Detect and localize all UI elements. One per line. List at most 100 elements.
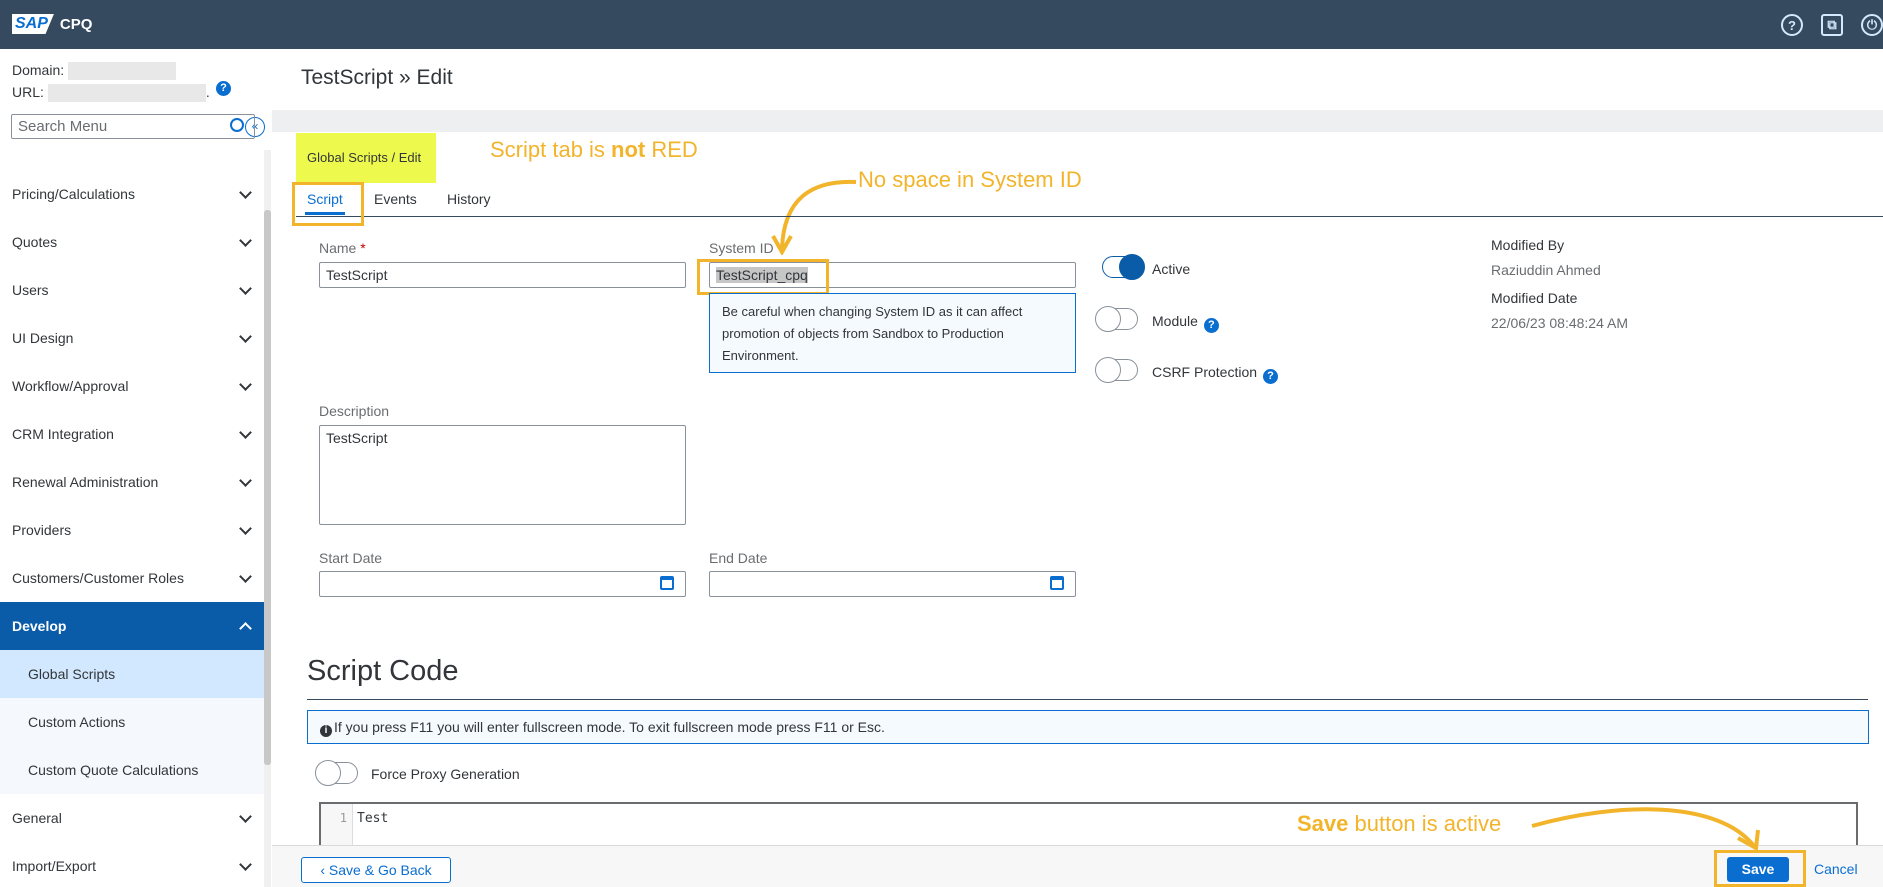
- csrf-label-text: CSRF Protection: [1152, 364, 1258, 380]
- system-id-warning: Be careful when changing System ID as it…: [709, 293, 1076, 373]
- module-toggle[interactable]: [1095, 306, 1138, 332]
- sidebar-item-general[interactable]: General: [0, 794, 264, 842]
- sidebar-item-label: Develop: [12, 618, 67, 634]
- search-menu-input[interactable]: Search Menu: [11, 114, 255, 139]
- sidebar-item-pricing[interactable]: Pricing/Calculations: [0, 170, 264, 218]
- sidebar-item-label: Custom Actions: [28, 714, 126, 730]
- sidebar-item-workflow[interactable]: Workflow/Approval: [0, 362, 264, 410]
- sidebar-item-renewal[interactable]: Renewal Administration: [0, 458, 264, 506]
- chevron-down-icon: [239, 281, 252, 295]
- code-line[interactable]: Test: [357, 811, 388, 826]
- chevron-down-icon: [239, 809, 252, 823]
- chevron-up-icon: [239, 621, 252, 635]
- description-textarea[interactable]: TestScript: [319, 425, 686, 525]
- open-window-icon[interactable]: ⧉: [1821, 14, 1843, 36]
- annotation-text: Script tab is: [490, 137, 612, 162]
- sidebar-item-label: Providers: [12, 522, 72, 538]
- info-icon: i: [320, 725, 332, 737]
- sidebar-item-providers[interactable]: Providers: [0, 506, 264, 554]
- calendar-icon[interactable]: [660, 576, 674, 590]
- chevron-down-icon: [239, 857, 252, 871]
- cancel-link[interactable]: Cancel: [1814, 861, 1858, 877]
- url-label: URL:: [12, 84, 44, 100]
- start-date-label: Start Date: [319, 550, 383, 566]
- toggle-knob: [1095, 357, 1121, 383]
- sidebar-item-develop[interactable]: Develop: [0, 602, 264, 650]
- help-circle-icon[interactable]: ?: [216, 81, 231, 96]
- fullscreen-info-text: If you press F11 you will enter fullscre…: [334, 719, 885, 735]
- tab-history[interactable]: History: [447, 191, 491, 207]
- active-toggle[interactable]: [1102, 254, 1145, 280]
- sidebar-item-label: Custom Quote Calculations: [28, 762, 199, 778]
- top-icons: ? ⧉ ⏻: [1781, 14, 1883, 36]
- end-date-input[interactable]: [709, 571, 1076, 597]
- tab-bar: Script Events History: [296, 185, 1883, 217]
- calendar-icon[interactable]: [1050, 576, 1064, 590]
- chevron-left-icon: ‹: [320, 862, 329, 878]
- sidebar-item-global-scripts[interactable]: Global Scripts: [0, 650, 264, 698]
- chevron-down-icon: [239, 329, 252, 343]
- name-label: Name *: [319, 240, 366, 256]
- sidebar-item-import-export[interactable]: Import/Export: [0, 842, 264, 887]
- chevron-down-icon: [239, 425, 252, 439]
- page-title: TestScript » Edit: [301, 66, 453, 89]
- help-icon[interactable]: ?: [1781, 14, 1803, 36]
- redacted-url: [47, 84, 206, 103]
- name-label-text: Name: [319, 240, 357, 256]
- sidebar-item-label: UI Design: [12, 330, 74, 346]
- sidebar-nav: Pricing/Calculations Quotes Users UI Des…: [0, 170, 264, 887]
- modified-by-value: Raziuddin Ahmed: [1491, 262, 1601, 278]
- sidebar-item-customers[interactable]: Customers/Customer Roles: [0, 554, 264, 602]
- sidebar-item-custom-quote-calculations[interactable]: Custom Quote Calculations: [0, 746, 264, 794]
- toggle-knob: [315, 760, 341, 786]
- sidebar-item-crm[interactable]: CRM Integration: [0, 410, 264, 458]
- annotation-arrow-save: [1531, 807, 1760, 852]
- modified-date-value: 22/06/23 08:48:24 AM: [1491, 315, 1628, 331]
- chevron-down-icon: [239, 377, 252, 391]
- module-label-text: Module: [1152, 313, 1198, 329]
- sap-logo: SAP: [12, 14, 54, 34]
- annotation-tab-note: Script tab is not RED: [490, 137, 698, 163]
- force-proxy-label: Force Proxy Generation: [371, 766, 520, 782]
- start-date-input[interactable]: [319, 571, 686, 597]
- annotation-text: button is active: [1348, 811, 1502, 836]
- search-icon[interactable]: [230, 118, 244, 132]
- help-circle-icon[interactable]: ?: [1263, 369, 1279, 384]
- top-bar: SAP CPQ ? ⧉ ⏻: [0, 0, 1883, 49]
- annotation-text: RED: [645, 137, 698, 162]
- sidebar-scrollbar-thumb[interactable]: [264, 210, 271, 765]
- end-date-label: End Date: [709, 550, 768, 566]
- save-and-go-back-button[interactable]: ‹ Save & Go Back: [301, 857, 451, 883]
- sidebar-item-label: Import/Export: [12, 858, 97, 874]
- csrf-toggle[interactable]: [1095, 357, 1138, 383]
- csrf-label: CSRF Protection?: [1152, 364, 1279, 384]
- power-icon[interactable]: ⏻: [1861, 14, 1883, 36]
- fullscreen-info-bar: i If you press F11 you will enter fullscr…: [307, 710, 1869, 744]
- redacted-domain: [68, 62, 177, 81]
- sidebar-item-label: Users: [12, 282, 49, 298]
- sidebar-item-label: Global Scripts: [28, 666, 116, 682]
- help-circle-icon[interactable]: ?: [1203, 318, 1219, 333]
- header-divider: [272, 110, 1883, 132]
- chevron-down-icon: [239, 521, 252, 535]
- sidebar-item-quotes[interactable]: Quotes: [0, 218, 264, 266]
- system-id-label: System ID: [709, 240, 774, 256]
- sidebar-item-label: Quotes: [12, 234, 58, 250]
- environment-info: Domain: URL:.: [12, 59, 210, 103]
- breadcrumb[interactable]: Global Scripts / Edit: [296, 133, 436, 183]
- annotation-bold: Save: [1297, 811, 1349, 836]
- required-marker: *: [360, 240, 366, 256]
- name-input[interactable]: TestScript: [319, 262, 686, 288]
- sidebar-item-custom-actions[interactable]: Custom Actions: [0, 698, 264, 746]
- description-label: Description: [319, 403, 390, 419]
- sap-cpq-logo[interactable]: SAP CPQ: [12, 14, 92, 34]
- force-proxy-toggle[interactable]: [315, 760, 358, 786]
- modified-by-label: Modified By: [1491, 237, 1565, 253]
- save-and-go-back-label: Save & Go Back: [328, 862, 432, 878]
- tab-events[interactable]: Events: [374, 191, 417, 207]
- sidebar-item-label: Customers/Customer Roles: [12, 570, 184, 586]
- sidebar-item-ui-design[interactable]: UI Design: [0, 314, 264, 362]
- sidebar-item-users[interactable]: Users: [0, 266, 264, 314]
- product-name: CPQ: [59, 15, 93, 33]
- sidebar-item-label: General: [12, 810, 62, 826]
